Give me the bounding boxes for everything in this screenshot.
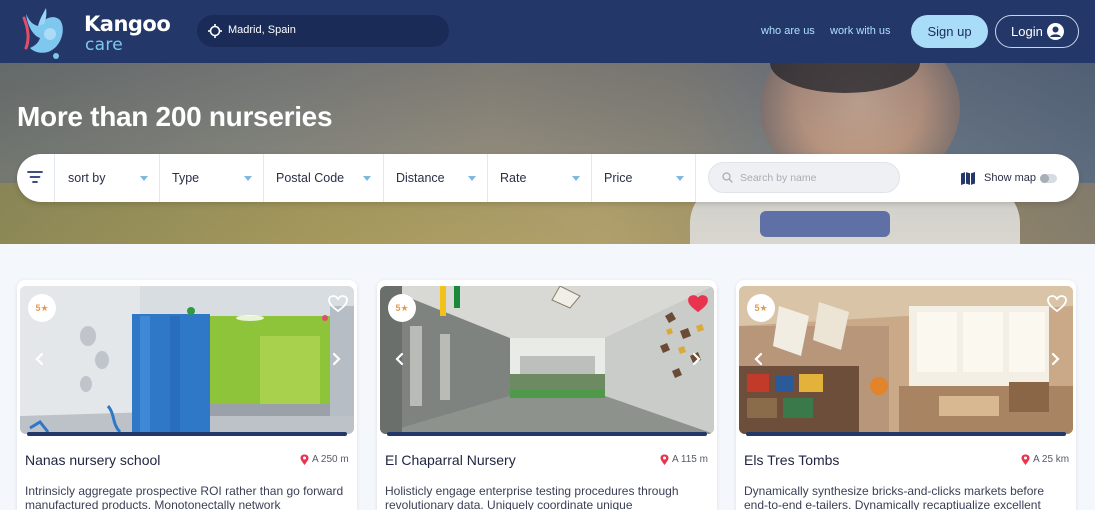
login-label: Login: [1011, 24, 1043, 39]
crosshair-icon: [208, 24, 222, 38]
hero-banner: More than 200 nurseries sort by Type Pos…: [0, 63, 1095, 244]
distance-label: A 250 m: [300, 454, 349, 465]
chevron-left-icon[interactable]: [34, 352, 46, 366]
chevron-right-icon[interactable]: [1049, 352, 1061, 366]
photo-classroom: [739, 286, 1073, 434]
chevron-down-icon: [244, 176, 252, 181]
map-icon: [961, 172, 975, 185]
nursery-card[interactable]: 5★ Els Tres Tombs A 25 km Dynamically sy…: [736, 280, 1076, 510]
nursery-description: Intrinsicly aggregate prospective ROI ra…: [25, 484, 344, 510]
nursery-name[interactable]: El Chaparral Nursery: [385, 452, 516, 468]
distance-label: A 115 m: [660, 454, 708, 465]
card-accent-bar: [746, 432, 1066, 436]
location-pin-icon: [660, 454, 669, 465]
filter-label: Distance: [396, 171, 445, 185]
filter-bar: sort by Type Postal Code Distance Rate P…: [17, 154, 1079, 202]
heart-icon[interactable]: [1047, 295, 1067, 313]
chevron-down-icon: [572, 176, 580, 181]
chevron-right-icon[interactable]: [690, 352, 702, 366]
nursery-photo: 5★: [380, 286, 714, 434]
nursery-name[interactable]: Nanas nursery school: [25, 452, 160, 468]
brand-logo[interactable]: Kangoo care: [20, 4, 171, 60]
filter-label: Postal Code: [276, 171, 345, 185]
hero-title: More than 200 nurseries: [17, 101, 333, 132]
nursery-card[interactable]: 5★ Nanas nursery school A 250 m Intrinsi…: [17, 280, 357, 510]
filter-label: Rate: [500, 171, 527, 185]
brand-name: Kangoo: [84, 12, 171, 36]
filter-type[interactable]: Type: [159, 154, 263, 202]
nursery-photo: 5★: [20, 286, 354, 434]
nursery-description: Holisticly engage enterprise testing pro…: [385, 484, 679, 510]
kangaroo-logo-icon: [22, 8, 63, 59]
nav-link-work-with-us[interactable]: work with us: [830, 25, 891, 37]
chevron-down-icon: [468, 176, 476, 181]
nav-link-who-are-us[interactable]: who are us: [761, 25, 815, 37]
card-accent-bar: [27, 432, 347, 436]
location-selector[interactable]: Madrid, Spain: [197, 15, 449, 47]
chevron-down-icon: [676, 176, 684, 181]
toggle-switch[interactable]: [1040, 174, 1057, 183]
nursery-card[interactable]: 5★ El Chaparral Nursery A 115 m Holistic…: [377, 280, 717, 510]
filter-postal-code[interactable]: Postal Code: [263, 154, 383, 202]
distance-label: A 25 km: [1021, 454, 1069, 465]
filter-sort-by[interactable]: sort by: [55, 154, 159, 202]
brand-tagline: care: [85, 35, 124, 55]
filter-label: sort by: [68, 171, 106, 185]
nursery-photo: 5★: [739, 286, 1073, 434]
carousel-dots[interactable]: [170, 423, 195, 434]
top-navigation-bar: Kangoo care Madrid, Spain who are us wor…: [0, 0, 1095, 63]
login-button[interactable]: Login: [995, 15, 1079, 48]
heart-icon[interactable]: [688, 295, 708, 313]
filter-icon[interactable]: [27, 170, 43, 184]
filter-price[interactable]: Price: [591, 154, 695, 202]
show-map-label: Show map: [984, 172, 1036, 184]
filter-label: Type: [172, 171, 200, 185]
nursery-name[interactable]: Els Tres Tombs: [744, 452, 839, 468]
chevron-down-icon: [363, 176, 371, 181]
show-map-toggle[interactable]: Show map: [960, 170, 1065, 188]
photo-courtyard-corridor: [380, 286, 714, 434]
chevron-left-icon[interactable]: [753, 352, 765, 366]
search-input[interactable]: [740, 169, 890, 187]
rating-badge: 5★: [388, 294, 416, 322]
rating-badge: 5★: [28, 294, 56, 322]
filter-label: Price: [604, 171, 633, 185]
location-pin-icon: [300, 454, 309, 465]
location-text: Madrid, Spain: [228, 24, 296, 36]
filter-distance[interactable]: Distance: [383, 154, 487, 202]
signup-button[interactable]: Sign up: [911, 15, 988, 48]
nursery-description: Dynamically synthesize bricks-and-clicks…: [744, 484, 1045, 510]
carousel-dots[interactable]: [889, 423, 914, 434]
photo-interior-colored-glass: [20, 286, 354, 434]
card-accent-bar: [387, 432, 707, 436]
chevron-down-icon: [140, 176, 148, 181]
location-pin-icon: [1021, 454, 1030, 465]
chevron-right-icon[interactable]: [330, 352, 342, 366]
rating-badge: 5★: [747, 294, 775, 322]
heart-icon[interactable]: [328, 295, 348, 313]
search-icon: [722, 172, 733, 183]
user-circle-icon: [1047, 23, 1064, 40]
filter-rate[interactable]: Rate: [487, 154, 591, 202]
search-by-name: [708, 162, 900, 193]
chevron-left-icon[interactable]: [394, 352, 406, 366]
carousel-dots[interactable]: [530, 423, 555, 434]
